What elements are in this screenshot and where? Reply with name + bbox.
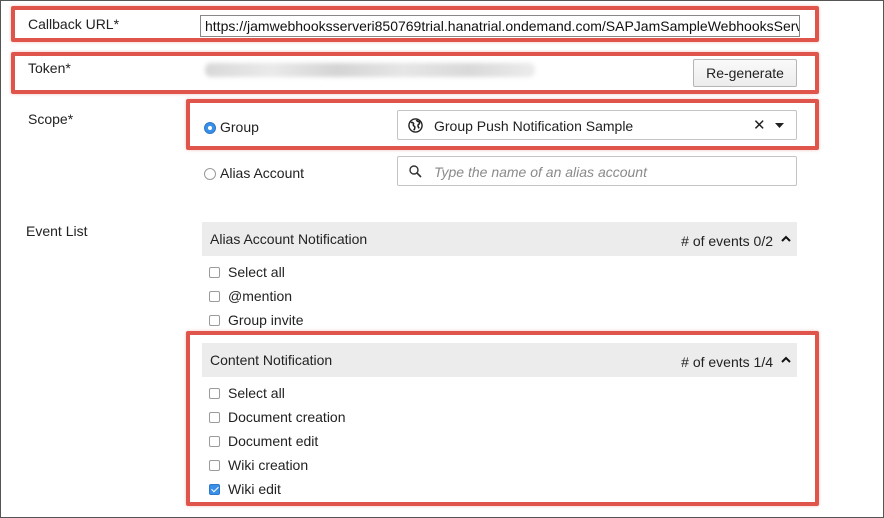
scope-group-highlight <box>186 99 819 150</box>
checkbox-label: Group invite <box>228 312 304 328</box>
checkbox-row[interactable]: Select all <box>209 263 285 281</box>
checkbox[interactable] <box>209 266 220 278</box>
section-event-count: # of events 0/2 <box>681 233 773 249</box>
content-notification-highlight <box>186 331 819 506</box>
token-highlight <box>11 52 819 94</box>
event-list-label: Event List <box>26 223 88 239</box>
chevron-up-icon[interactable] <box>781 234 791 244</box>
checkbox-row[interactable]: Group invite <box>209 311 303 329</box>
search-icon <box>409 165 422 178</box>
checkbox[interactable] <box>209 290 220 302</box>
scope-alias-radio[interactable] <box>204 168 216 180</box>
section-title: Alias Account Notification <box>210 231 368 247</box>
checkbox-label: @mention <box>228 288 293 304</box>
alias-search-field[interactable]: Type the name of an alias account <box>397 156 797 186</box>
checkbox-row[interactable]: @mention <box>209 287 292 305</box>
callback-highlight <box>11 6 819 42</box>
section-alias-account-notification[interactable]: Alias Account Notification # of events 0… <box>202 222 797 256</box>
scope-label: Scope* <box>28 111 74 127</box>
alias-search-placeholder: Type the name of an alias account <box>434 164 647 180</box>
checkbox-label: Select all <box>228 264 285 280</box>
checkbox[interactable] <box>209 314 220 326</box>
scope-alias-label: Alias Account <box>220 165 305 181</box>
